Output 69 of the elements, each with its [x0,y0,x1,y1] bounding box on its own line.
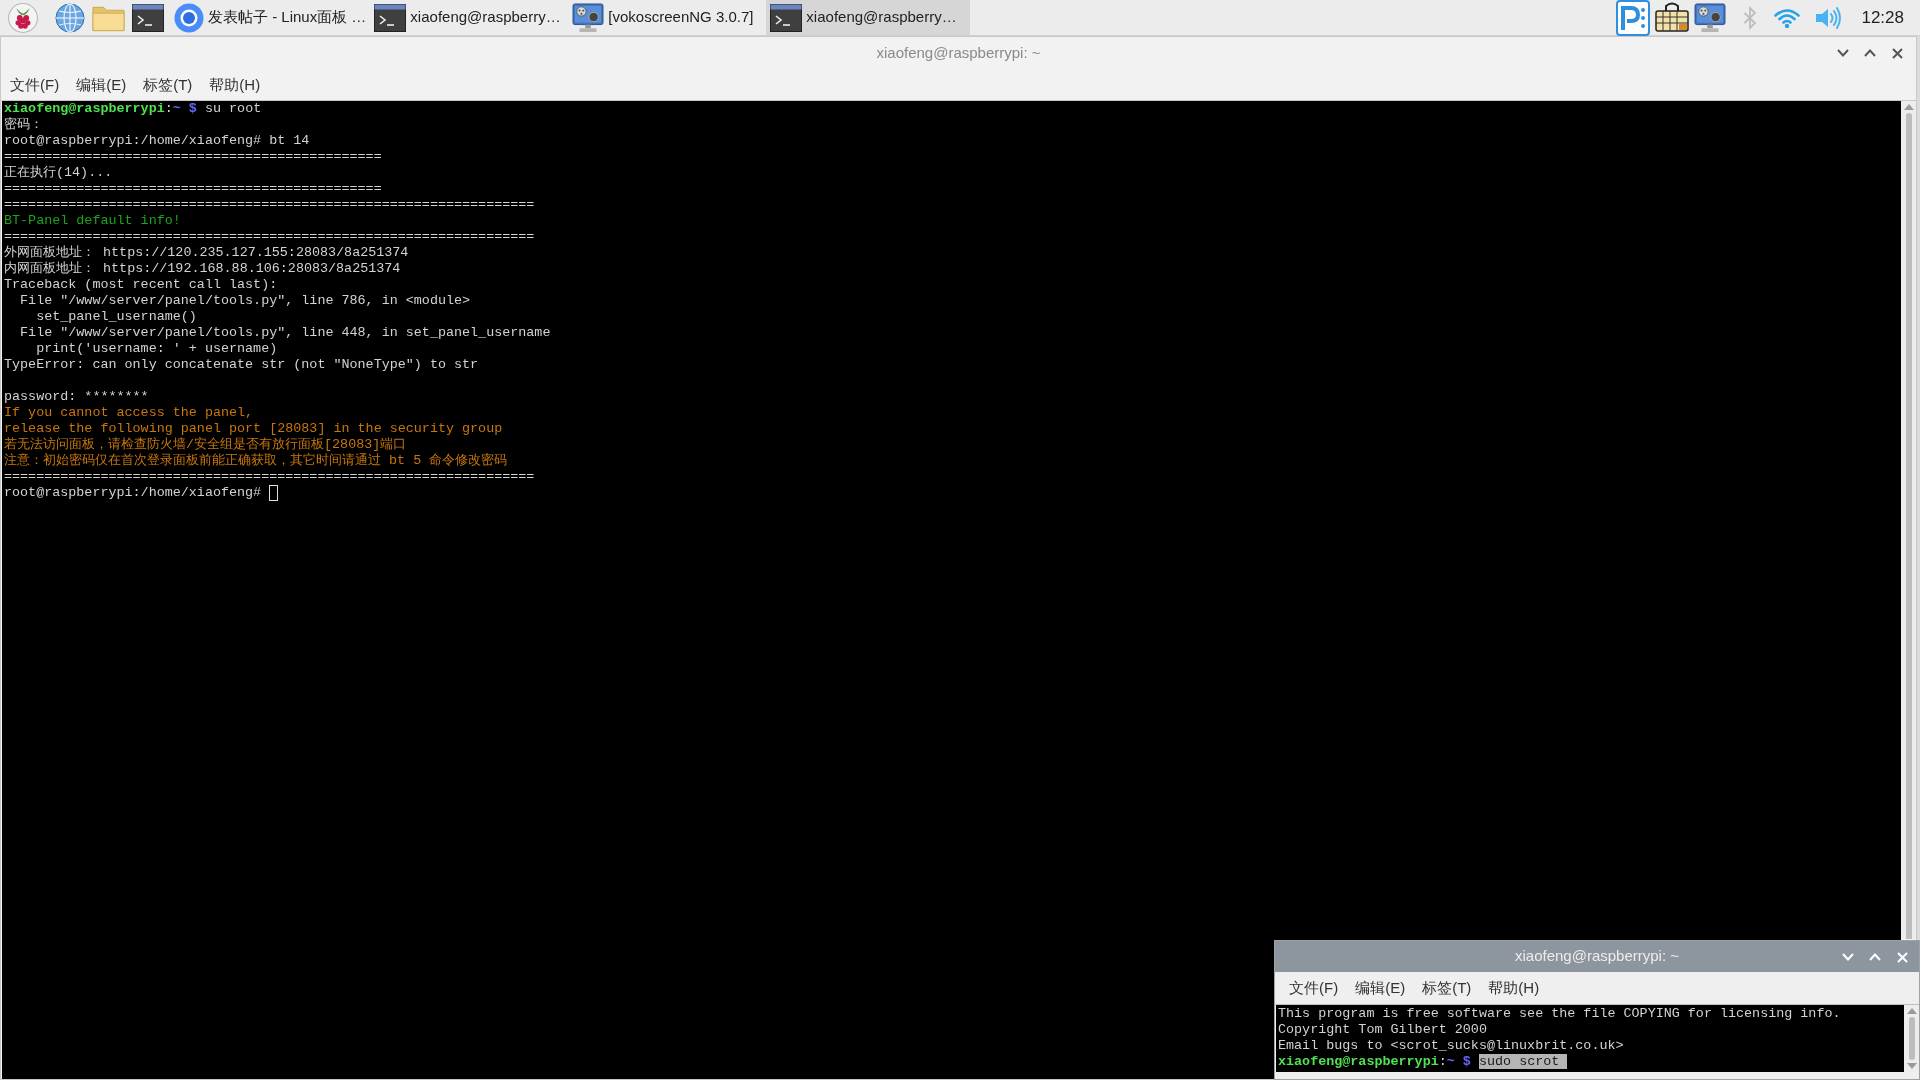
terminal-line: 内网面板地址： https://192.168.88.106:28083/8a251374 [4,261,401,277]
menu-item[interactable]: 文件(F) [10,73,60,97]
terminal-line: print('username: ' + username) [35,341,278,357]
close-icon [1896,951,1908,963]
chevron-up-icon [1869,953,1881,961]
terminal-icon[interactable] [132,3,164,32]
terminal-line: Copyright Tom Gilbert 2000 [1278,1022,1487,1038]
taskbar-button[interactable]: [vokoscreenNG 3.0.7] [568,0,767,35]
terminal-line: root@raspberrypi:/home/xiaofeng# bt 14 [4,133,310,149]
volume-icon[interactable] [1815,5,1843,30]
menu-item[interactable]: 帮助(H) [1488,976,1540,1000]
raspberry-icon[interactable] [8,2,38,33]
terminal-line: xiaofeng@raspberrypi:~ $ su root [4,101,262,117]
clock: 12:28 [1861,6,1904,29]
monitor-icon[interactable] [1694,2,1727,33]
taskbar-button[interactable]: xiaofeng@raspberry… [766,0,971,35]
terminal-icon [770,3,803,32]
terminal-line: root@raspberrypi:/home/xiaofeng# [4,485,262,501]
keyboard-icon[interactable] [1655,0,1690,35]
scrollbar-thumb[interactable] [1908,1017,1915,1060]
terminal-line: TypeError: can only concatenate str (not "NoneType") to str [4,357,479,373]
terminal-line: BT-Panel default info! [4,213,181,229]
terminal-icon [374,3,407,32]
scrollbar[interactable] [1904,1005,1919,1072]
terminal-line: File "/www/server/panel/tools.py", line 448, in set_panel_username [19,325,551,341]
taskbar-button[interactable]: 发表帖子 - Linux面板 … [170,0,371,35]
close-icon [1891,47,1903,59]
menu-item[interactable]: 文件(F) [1289,976,1339,1000]
menu-item[interactable]: 编辑(E) [1355,976,1406,1000]
window-title: xiaofeng@raspberrypi: ~ [876,43,1041,64]
menu-item[interactable]: 标签(T) [1422,976,1472,1000]
terminal-line: Email bugs to <scrot_sucks@linuxbrit.co.uk> [1278,1038,1624,1054]
chevron-down-icon [1842,953,1854,961]
scrollbar-thumb[interactable] [1905,113,1912,939]
taskbar-button[interactable]: xiaofeng@raspberry… [370,0,569,35]
terminal-line: If you cannot access the panel, [4,405,254,421]
scrollbar[interactable] [1901,101,1916,939]
menu-item[interactable]: 编辑(E) [76,73,127,97]
terminal-line: This program is free software see the file COPYING for licensing info. [1278,1006,1841,1022]
menu-item[interactable]: 帮助(H) [209,73,261,97]
close-button[interactable] [1890,46,1904,60]
terminal-line: File "/www/server/panel/tools.py", line 786, in <module> [19,293,471,309]
menu-item[interactable]: 标签(T) [143,73,193,97]
terminal-line: 正在执行(14)... [4,165,113,181]
scroll-down-icon[interactable] [1906,1063,1917,1069]
wifi-icon[interactable] [1774,6,1801,29]
globe-icon[interactable] [55,2,85,33]
terminal-line: xiaofeng@raspberrypi:~ $ sudo scrot [1278,1054,1568,1070]
scroll-up-icon[interactable] [1903,104,1914,110]
window-title: xiaofeng@raspberrypi: ~ [1514,946,1680,967]
terminal-line: =============================================== [4,181,382,197]
scroll-up-icon[interactable] [1906,1008,1917,1014]
terminal-line: 注意：初始密码仅在首次登录面板前能正确获取，其它时间请通过 bt 5 命令修改密码 [4,453,508,469]
terminal-line: set_panel_username() [35,309,197,325]
terminal-line: ================================================================== [4,469,535,485]
terminal-line: password: ******** [4,389,149,405]
terminal-line: release the following panel port [28083] in the security group [4,421,503,437]
terminal-line: ================================================================== [4,229,535,245]
chevron-down-icon [1837,49,1849,57]
terminal-line: =============================================== [4,149,382,165]
bluetooth-icon[interactable] [1743,5,1758,30]
terminal-line: ================================================================== [4,197,535,213]
terminal-line: 密码： [4,117,43,133]
ring-icon [174,2,204,33]
terminal-line: 若无法访问面板，请检查防火墙/安全组是否有放行面板[28083]端口 [4,437,407,453]
terminal-line: Traceback (most recent call last): [4,277,278,293]
chevron-up-icon [1864,49,1876,57]
terminal-line: 外网面板地址： https://120.235.127.155:28083/8a251374 [4,245,409,261]
monitor-icon [572,2,605,33]
